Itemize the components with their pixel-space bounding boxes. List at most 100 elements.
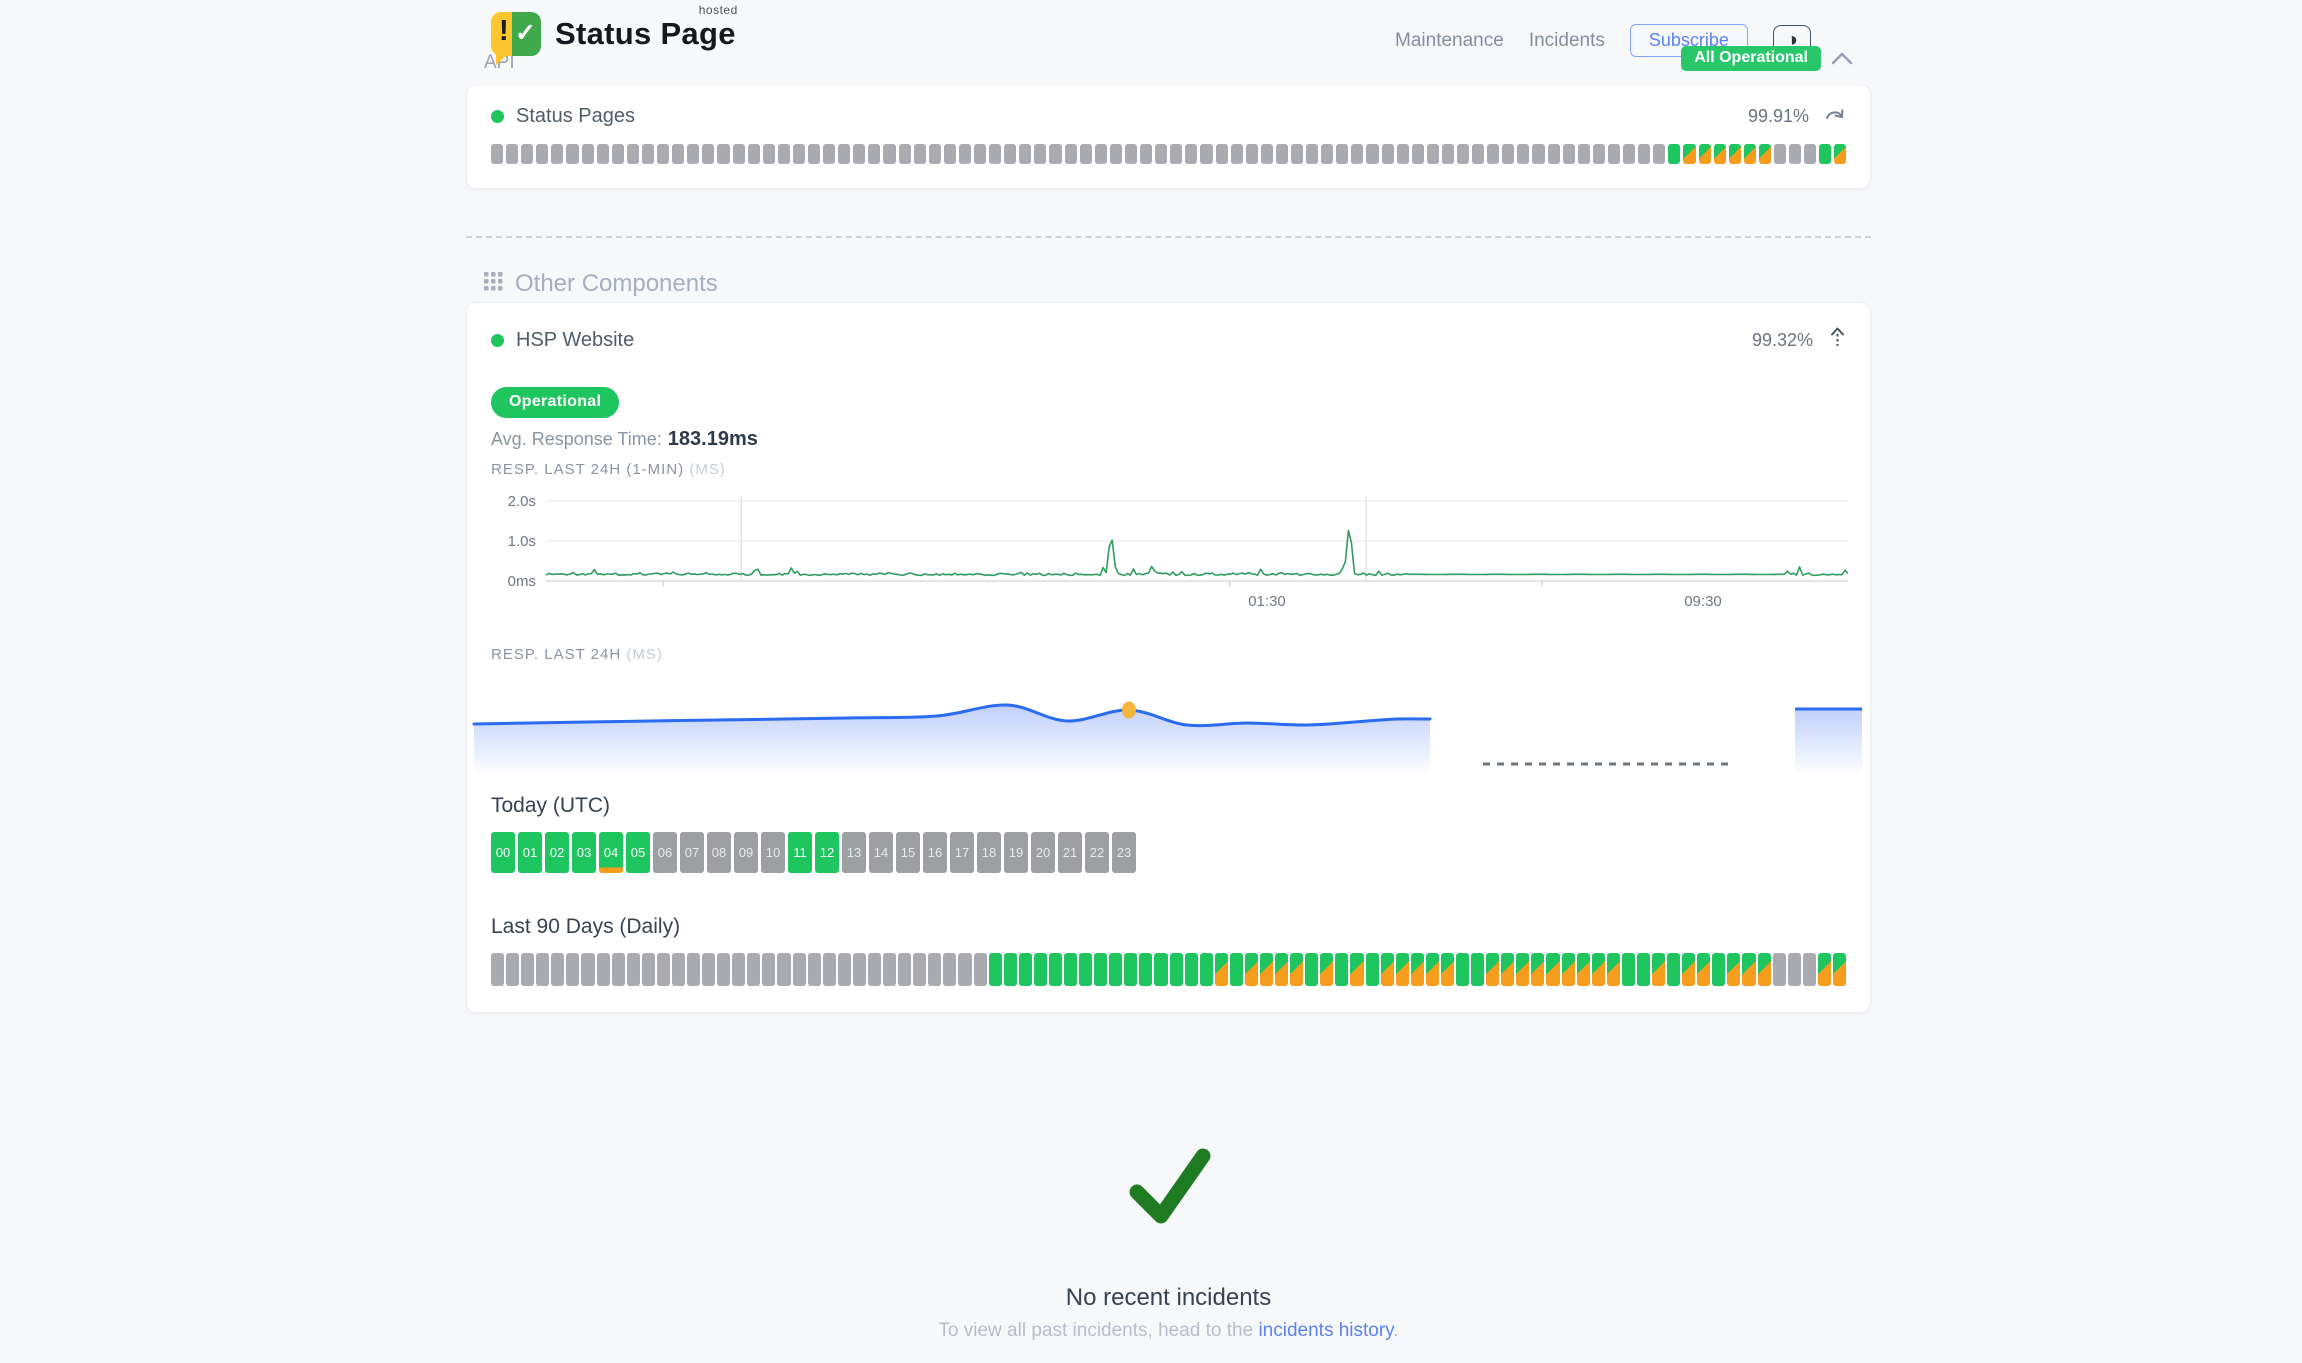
hour-block-08: 08: [707, 832, 731, 873]
nav-maintenance[interactable]: Maintenance: [1395, 30, 1504, 52]
ytick-0ms: 0ms: [508, 573, 536, 590]
uptime-block-gray: [1306, 144, 1318, 164]
hour-block-16: 16: [923, 832, 947, 873]
uptime-block-split: [1727, 953, 1740, 986]
uptime-block-split: [1562, 953, 1575, 986]
uptime-block-gray: [989, 144, 1001, 164]
uptime-block-gray: [566, 953, 579, 986]
brand-title: Status Page hosted: [555, 16, 736, 52]
incidents-history-link[interactable]: incidents history: [1258, 1320, 1393, 1341]
brand-logo[interactable]: ! ✓ Status Page hosted: [491, 12, 736, 56]
hour-block-23: 23: [1112, 832, 1136, 873]
uptime-block-gray: [1049, 144, 1061, 164]
uptime-blocks-bar: [491, 144, 1846, 164]
uptime-block-gray: [1427, 144, 1439, 164]
uptime-block-green: [1667, 953, 1680, 986]
uptime-block-gray: [1548, 144, 1560, 164]
chart-marker-dot: [1122, 702, 1136, 719]
uptime-block-green: [1019, 953, 1032, 986]
uptime-block-split: [1699, 144, 1711, 164]
uptime-block-gray: [1276, 144, 1288, 164]
uptime-block-gray: [1125, 144, 1137, 164]
uptime-block-gray: [1065, 144, 1077, 164]
hour-block-03: 03: [572, 832, 596, 873]
uptime-block-gray: [1155, 144, 1167, 164]
uptime-block-gray: [838, 144, 850, 164]
uptime-block-green: [989, 953, 1002, 986]
hour-block-00: 00: [491, 832, 515, 873]
uptime-block-gray: [642, 953, 655, 986]
hour-block-09: 09: [734, 832, 758, 873]
uptime-block-gray: [1773, 953, 1786, 986]
uptime-block-gray: [1638, 144, 1650, 164]
uptime-block-green: [1200, 953, 1213, 986]
brand-superscript: hosted: [699, 3, 738, 17]
uptime-block-gray: [566, 144, 578, 164]
uptime-block-gray: [1578, 144, 1590, 164]
uptime-block-gray: [1487, 144, 1499, 164]
dashed-divider: [466, 236, 1871, 238]
page-column: ! ✓ Status Page hosted Maintenance Incid…: [466, 0, 1871, 1342]
uptime-block-gray: [763, 144, 775, 164]
uptime-block-split: [1426, 953, 1439, 986]
hour-block-15: 15: [896, 832, 920, 873]
uptime-block-gray: [883, 144, 895, 164]
uptime-block-split: [1396, 953, 1409, 986]
refresh-icon[interactable]: [1825, 107, 1846, 127]
uptime-block-gray: [1788, 953, 1801, 986]
uptime-block-gray: [627, 144, 639, 164]
uptime-block-gray: [521, 144, 533, 164]
component-name: HSP Website: [516, 329, 634, 352]
uptime-block-split: [1546, 953, 1559, 986]
uptime-block-gray: [1185, 144, 1197, 164]
uptime-block-gray: [1593, 144, 1605, 164]
uptime-block-gray: [1789, 144, 1801, 164]
xtick-0930: 09:30: [1684, 593, 1722, 610]
component-row-right: 99.91%: [1748, 106, 1846, 127]
uptime-block-green: [1471, 953, 1484, 986]
avg-response-row: Avg. Response Time:183.19ms: [491, 428, 1846, 451]
uptime-block-green: [1230, 953, 1243, 986]
uptime-block-gray: [491, 144, 503, 164]
uptime-block-gray: [1336, 144, 1348, 164]
nav-incidents[interactable]: Incidents: [1529, 30, 1605, 52]
uptime-block-gray: [898, 953, 911, 986]
uptime-block-gray: [868, 953, 881, 986]
hour-block-05: 05: [626, 832, 650, 873]
api-status-card: Status Pages 99.91%: [466, 84, 1871, 189]
uptime-block-gray: [672, 144, 684, 164]
uptime-block-gray: [1216, 144, 1228, 164]
all-operational-badge[interactable]: All Operational: [1681, 46, 1821, 71]
hour-block-07: 07: [680, 832, 704, 873]
uptime-block-gray: [1502, 144, 1514, 164]
hour-block-18: 18: [977, 832, 1001, 873]
uptime-block-gray: [1532, 144, 1544, 164]
uptime-block-gray: [687, 953, 700, 986]
uptime-block-green: [1819, 144, 1831, 164]
uptime-block-gray: [1231, 144, 1243, 164]
status-dot-green: [491, 110, 504, 123]
trend-up-icon[interactable]: [1829, 327, 1846, 353]
uptime-block-split: [1290, 953, 1303, 986]
hour-block-01: 01: [518, 832, 542, 873]
component-row-hsp-website[interactable]: HSP Website 99.32%: [491, 327, 1846, 353]
uptime-block-split: [1486, 953, 1499, 986]
uptime-block-green: [1049, 953, 1062, 986]
chevron-up-icon[interactable]: [1831, 52, 1853, 65]
uptime-block-split: [1652, 953, 1665, 986]
uptime-block-gray: [1382, 144, 1394, 164]
uptime-block-split: [1275, 953, 1288, 986]
uptime-block-gray: [958, 953, 971, 986]
uptime-block-gray: [1351, 144, 1363, 164]
uptime-block-split: [1531, 953, 1544, 986]
uptime-block-split: [1215, 953, 1228, 986]
uptime-block-gray: [1261, 144, 1273, 164]
uptime-block-split: [1744, 144, 1756, 164]
uptime-block-gray: [1653, 144, 1665, 164]
uptime-block-gray: [1095, 144, 1107, 164]
xtick-0130: 01:30: [1248, 593, 1286, 610]
other-components-title: Other Components: [515, 270, 718, 298]
uptime-block-gray: [1004, 144, 1016, 164]
uptime-block-gray: [868, 144, 880, 164]
component-row-status-pages[interactable]: Status Pages 99.91%: [491, 105, 1846, 128]
